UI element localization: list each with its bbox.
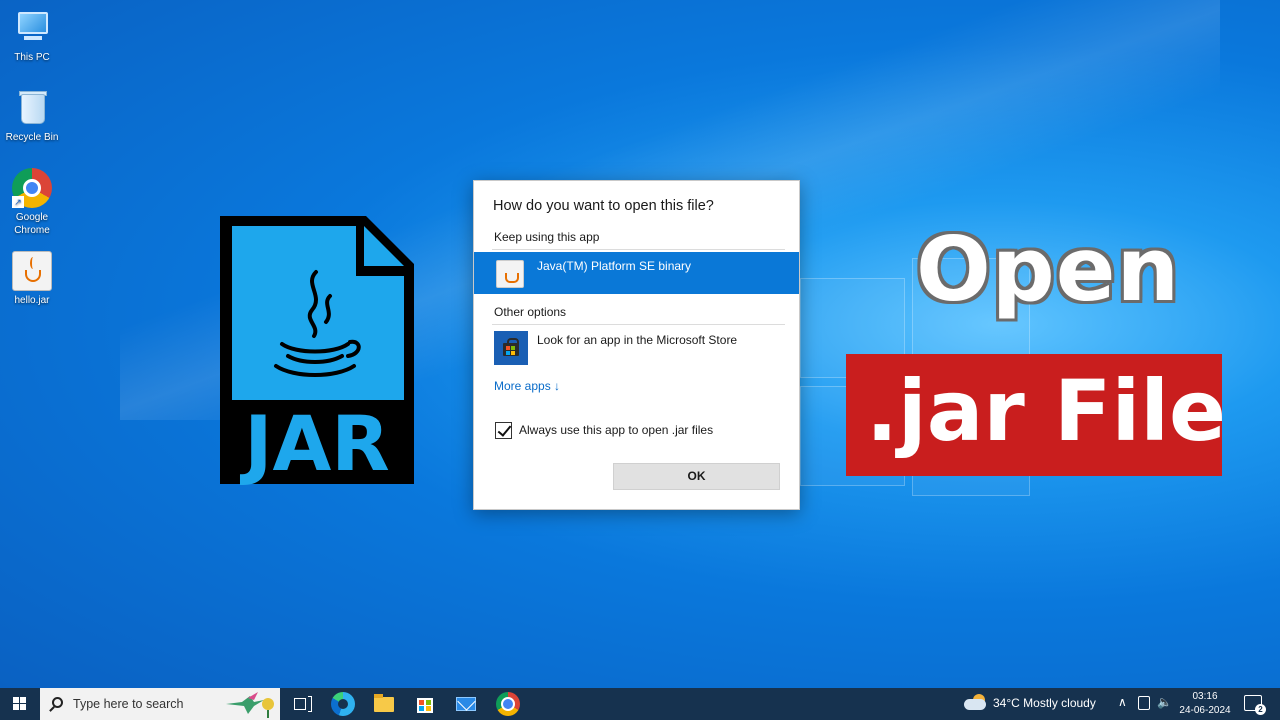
notification-center-icon[interactable]: 2 [1244, 695, 1266, 715]
keep-using-heading: Keep using this app [494, 230, 600, 244]
open-with-dialog: How do you want to open this file? Keep … [473, 180, 800, 510]
volume-icon[interactable]: 🔈 [1157, 695, 1172, 709]
task-view-icon[interactable] [291, 692, 315, 716]
app-option-label: Java(TM) Platform SE binary [537, 259, 692, 273]
divider [492, 249, 785, 250]
clock[interactable]: 03:16 24-06-2024 [1176, 690, 1234, 718]
notification-badge: 2 [1255, 704, 1266, 715]
recycle-bin-icon [12, 88, 52, 128]
headline-banner: .jar File [846, 354, 1226, 476]
store-option-label: Look for an app in the Microsoft Store [537, 333, 738, 347]
headline-open: Open [916, 218, 1181, 321]
clock-date: 24-06-2024 [1179, 705, 1231, 716]
other-options-heading: Other options [494, 305, 567, 319]
ok-button[interactable]: OK [613, 463, 780, 490]
desktop-icon-label: hello.jar [14, 295, 50, 306]
chevron-up-icon[interactable]: ∧ [1118, 695, 1127, 709]
chrome-icon[interactable] [496, 692, 520, 716]
always-use-checkbox[interactable] [495, 422, 512, 439]
desktop-icon-label: This PC [14, 52, 50, 63]
more-apps-link[interactable]: More apps ↓ [494, 379, 560, 393]
desktop-icon-label: Recycle Bin [5, 132, 59, 143]
weather-text: 34°C Mostly cloudy [993, 696, 1096, 710]
desktop-icon-this-pc[interactable]: This PC [4, 8, 60, 64]
clock-time: 03:16 [1192, 691, 1218, 702]
chrome-icon: ↗ [12, 168, 52, 208]
dialog-title: How do you want to open this file? [493, 198, 714, 214]
desktop-icon-label: Google Chrome [14, 212, 50, 236]
taskbar: Type here to search 34°C Mostly cloudy ∧… [0, 688, 1280, 720]
search-icon [52, 697, 63, 708]
desktop-icon-recycle-bin[interactable]: Recycle Bin [4, 88, 60, 144]
always-use-label: Always use this app to open .jar files [519, 423, 714, 437]
java-jar-icon [12, 251, 52, 291]
windows-logo-icon [13, 697, 27, 711]
edge-icon[interactable] [331, 692, 355, 716]
mail-icon[interactable] [454, 692, 478, 716]
search-box[interactable]: Type here to search [40, 688, 280, 720]
file-explorer-icon[interactable] [372, 692, 396, 716]
microsoft-store-icon[interactable] [413, 692, 437, 716]
desktop-icon-google-chrome[interactable]: ↗ Google Chrome [4, 168, 60, 237]
start-button[interactable] [0, 688, 40, 720]
app-option-java[interactable]: Java(TM) Platform SE binary [474, 252, 799, 294]
meet-now-icon[interactable] [1138, 696, 1150, 710]
desktop-icon-hello-jar[interactable]: hello.jar [4, 251, 60, 307]
jar-file-graphic: JAR [220, 216, 414, 488]
java-app-icon [496, 260, 524, 288]
jar-label: JAR [239, 399, 390, 488]
hummingbird-icon [226, 692, 274, 718]
search-placeholder: Type here to search [73, 697, 184, 711]
headline-jar-file: .jar File [866, 362, 1226, 460]
divider [492, 324, 785, 325]
store-option[interactable]: Look for an app in the Microsoft Store [494, 331, 784, 367]
computer-icon [12, 8, 52, 48]
microsoft-store-icon [494, 331, 528, 365]
